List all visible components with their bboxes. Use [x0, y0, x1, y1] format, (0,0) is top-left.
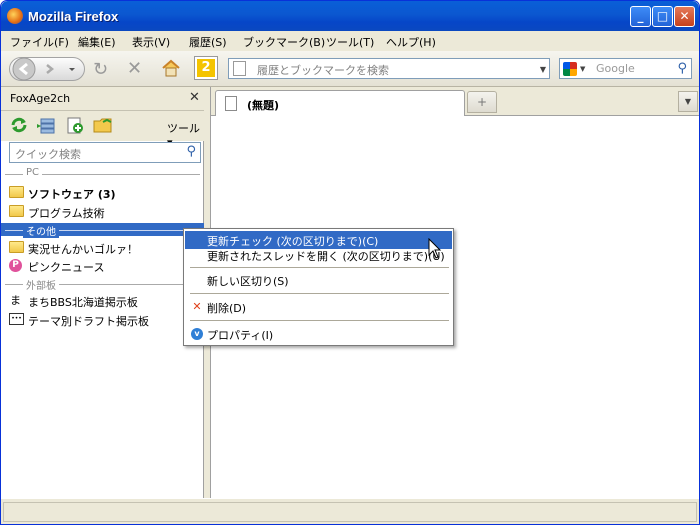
back-button[interactable] — [9, 58, 33, 82]
machi-icon: ま — [10, 294, 21, 307]
tab-list-button[interactable]: ▼ — [678, 91, 698, 112]
menu-help[interactable]: ヘルプ(H) — [386, 34, 436, 50]
firefox-icon — [7, 8, 23, 24]
tab-title: (無題) — [247, 99, 280, 112]
quick-search-input[interactable]: クイック検索 ⚲ — [9, 142, 201, 163]
properties-icon: v — [191, 328, 203, 340]
tree-item-software[interactable]: ソフトウェア (3) — [1, 183, 204, 201]
menu-divider — [190, 267, 449, 268]
open-updated-icon[interactable] — [37, 116, 57, 134]
add-thread-icon[interactable] — [65, 116, 85, 134]
page-icon — [225, 96, 237, 111]
separator-external[interactable]: 外部板 — [1, 277, 204, 292]
search-icon[interactable]: ⚲ — [186, 144, 196, 159]
stop-icon[interactable]: ✕ — [127, 58, 142, 79]
menu-divider — [190, 293, 449, 294]
pink-board-icon: P — [9, 259, 22, 272]
menu-bookmarks[interactable]: ブックマーク(B) — [243, 34, 325, 50]
menu-tools[interactable]: ツール(T) — [326, 34, 374, 50]
close-button[interactable]: ✕ — [674, 6, 695, 27]
home-icon[interactable] — [161, 59, 181, 80]
window-title: Mozilla Firefox — [28, 9, 119, 24]
forward-button[interactable] — [37, 58, 61, 82]
delete-icon: ✕ — [192, 300, 202, 313]
sidebar-title: FoxAge2ch — [10, 92, 71, 105]
menu-properties[interactable]: v プロパティ(I) — [185, 325, 452, 343]
browser-window: Mozilla Firefox _ □ ✕ ファイル(F) 編集(E) 表示(V… — [0, 0, 700, 525]
menu-view[interactable]: 表示(V) — [132, 34, 170, 50]
new-tab-button[interactable]: + — [467, 91, 497, 113]
sidebar-toolbar: ツール▾ — [1, 111, 204, 149]
separator-pc[interactable]: PC — [1, 167, 204, 180]
context-menu: 更新チェック (次の区切りまで)(C) 更新されたスレッドを開く (次の区切りま… — [183, 228, 454, 346]
tree-item-pink-news[interactable]: P ピンクニュース — [1, 256, 204, 274]
reload-icon[interactable]: ↻ — [93, 59, 108, 80]
tree-item-programming[interactable]: プログラム技術 — [1, 202, 204, 220]
search-bar[interactable]: ▼ Google ⚲ — [559, 58, 692, 79]
url-bar[interactable]: 履歴とブックマークを検索 ▼ — [228, 58, 550, 79]
maximize-button[interactable]: □ — [652, 6, 673, 27]
separator-other[interactable]: その他 — [1, 223, 204, 238]
search-icon[interactable]: ⚲ — [677, 61, 687, 76]
url-placeholder: 履歴とブックマークを検索 — [257, 64, 389, 77]
minimize-button[interactable]: _ — [630, 6, 651, 27]
refresh-all-icon[interactable] — [9, 116, 29, 134]
page-icon — [233, 61, 246, 76]
engine-dropdown-icon[interactable]: ▼ — [580, 65, 585, 73]
tree-item-theme-draft[interactable]: ••• テーマ別ドラフト掲示板 — [1, 310, 204, 328]
tree-item-machi-bbs[interactable]: ま まちBBS北海道掲示板 — [1, 291, 204, 309]
folder-icon[interactable] — [93, 116, 113, 134]
menu-edit[interactable]: 編集(E) — [78, 34, 116, 50]
folder-icon — [9, 241, 24, 253]
folder-icon — [9, 205, 24, 217]
sidebar: FoxAge2ch ✕ ツール▾ クイック検索 ⚲ PC — [1, 87, 204, 498]
menu-open-updated[interactable]: 更新されたスレッドを開く (次の区切りまで)(U) — [185, 246, 452, 264]
menu-divider — [190, 320, 449, 321]
dropdown-arrow-icon[interactable]: ▼ — [540, 65, 546, 74]
menu-delete[interactable]: ✕ 削除(D) — [185, 298, 452, 316]
menu-history[interactable]: 履歴(S) — [189, 34, 227, 50]
tab-untitled[interactable]: (無題) — [215, 90, 465, 116]
menu-new-separator[interactable]: 新しい区切り(S) — [185, 271, 452, 289]
mouse-cursor-icon — [428, 238, 442, 259]
menu-file[interactable]: ファイル(F) — [10, 34, 69, 50]
tab-strip: (無題) + ▼ — [211, 87, 699, 116]
sidebar-header: FoxAge2ch ✕ — [1, 87, 204, 111]
sidebar-close-icon[interactable]: ✕ — [189, 90, 200, 105]
status-panel — [3, 502, 697, 522]
folder-icon — [9, 186, 24, 198]
badge-2-icon[interactable]: 2 — [194, 56, 218, 80]
title-bar[interactable]: Mozilla Firefox _ □ ✕ — [1, 1, 699, 31]
tree-item-jikkyou[interactable]: 実況せんかいゴルァ！ — [1, 238, 204, 256]
status-bar — [1, 498, 699, 524]
quick-search-placeholder: クイック検索 — [15, 148, 81, 161]
search-placeholder: Google — [596, 62, 635, 75]
board-icon: ••• — [9, 313, 24, 325]
menu-bar: ファイル(F) 編集(E) 表示(V) 履歴(S) ブックマーク(B) ツール(… — [1, 31, 699, 51]
google-icon[interactable] — [563, 62, 577, 76]
